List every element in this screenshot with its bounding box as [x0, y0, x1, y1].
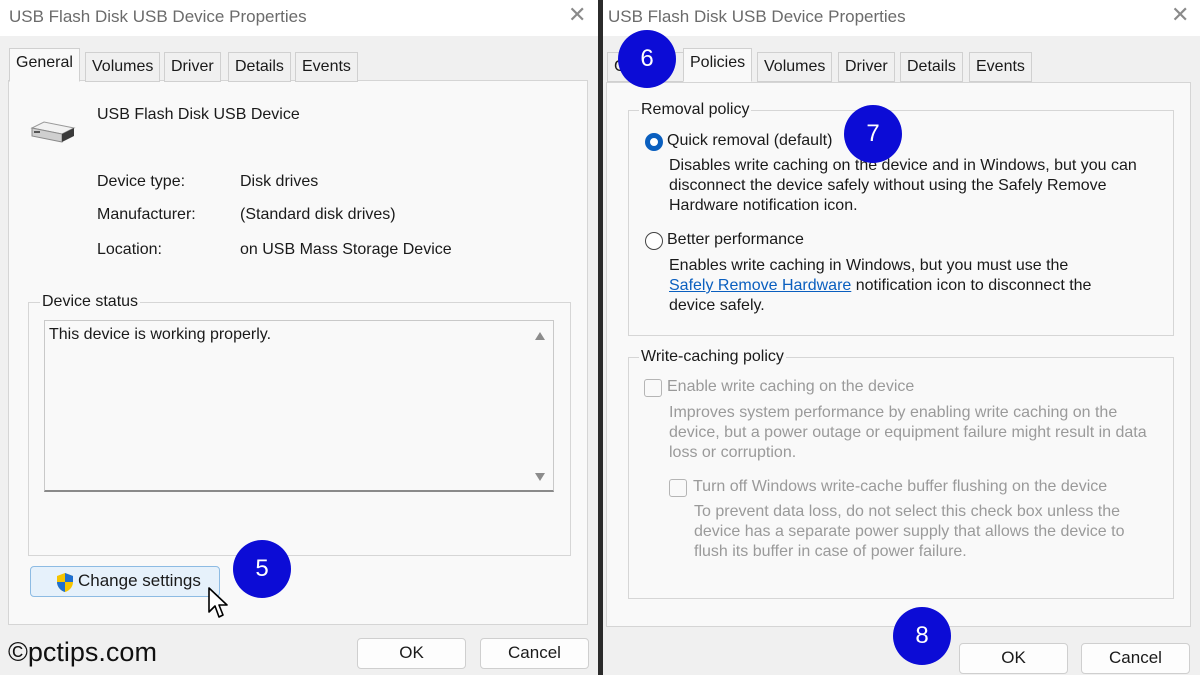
- tab-general[interactable]: General: [9, 48, 80, 82]
- change-settings-button[interactable]: Change settings: [30, 566, 220, 597]
- scroll-up-icon[interactable]: [534, 331, 546, 341]
- device-status-title: Device status: [40, 293, 141, 311]
- tab-policies[interactable]: Policies: [683, 48, 753, 82]
- better-performance-label[interactable]: Better performance: [667, 231, 804, 249]
- quick-removal-radio[interactable]: [645, 133, 663, 151]
- enable-write-caching-label[interactable]: Enable write caching on the device: [667, 378, 914, 396]
- manufacturer-label: Manufacturer:: [97, 206, 196, 223]
- device-status-textbox[interactable]: This device is working properly.: [44, 320, 554, 492]
- step-badge-8: 8: [893, 607, 951, 665]
- turn-off-buffer-flushing-label[interactable]: Turn off Windows write-cache buffer flus…: [693, 478, 1107, 496]
- window-title: USB Flash Disk USB Device Properties: [9, 7, 307, 26]
- tab-volumes[interactable]: Volumes: [85, 52, 161, 82]
- watermark: ©pctips.com: [8, 637, 157, 667]
- step-badge-7: 7: [844, 105, 902, 163]
- step-badge-6: 6: [618, 30, 676, 88]
- cancel-button[interactable]: Cancel: [480, 638, 589, 669]
- safely-remove-hardware-link[interactable]: Safely Remove Hardware: [669, 277, 851, 294]
- scroll-down-icon[interactable]: [534, 472, 546, 482]
- uac-shield-icon: [57, 573, 73, 592]
- tab-volumes[interactable]: Volumes: [757, 52, 833, 82]
- change-settings-label: Change settings: [78, 571, 201, 590]
- title-bar: USB Flash Disk USB Device Properties ✕: [0, 0, 598, 36]
- removal-policy-title: Removal policy: [639, 101, 752, 119]
- device-name: USB Flash Disk USB Device: [97, 106, 300, 123]
- turn-off-buffer-flushing-checkbox[interactable]: [669, 479, 687, 497]
- policies-properties-dialog: USB Flash Disk USB Device Properties ✕ G…: [603, 0, 1200, 675]
- manufacturer-value: (Standard disk drives): [240, 206, 396, 223]
- tab-details[interactable]: Details: [900, 52, 963, 82]
- write-caching-policy-title: Write-caching policy: [639, 348, 786, 366]
- tab-details[interactable]: Details: [228, 52, 291, 82]
- close-icon[interactable]: ✕: [568, 3, 586, 27]
- better-performance-radio[interactable]: [645, 232, 663, 250]
- cancel-button[interactable]: Cancel: [1081, 643, 1190, 674]
- ok-button[interactable]: OK: [959, 643, 1068, 674]
- device-status-text: This device is working properly.: [49, 326, 272, 343]
- device-type-value: Disk drives: [240, 173, 319, 190]
- ok-button[interactable]: OK: [357, 638, 466, 669]
- quick-removal-label[interactable]: Quick removal (default): [667, 132, 832, 150]
- better-performance-description: Enables write caching in Windows, but yo…: [669, 257, 1092, 314]
- step-badge-5: 5: [233, 540, 291, 598]
- usb-drive-icon: [30, 121, 76, 143]
- location-value: on USB Mass Storage Device: [240, 241, 452, 258]
- quick-removal-description: Disables write caching on the device and…: [669, 157, 1137, 214]
- turn-off-buffer-flushing-description: To prevent data loss, do not select this…: [694, 503, 1125, 560]
- tab-events[interactable]: Events: [969, 52, 1032, 82]
- location-label: Location:: [97, 241, 162, 258]
- general-properties-dialog: USB Flash Disk USB Device Properties ✕ G…: [0, 0, 598, 675]
- close-icon[interactable]: ✕: [1171, 3, 1189, 27]
- mouse-cursor-icon: [208, 587, 228, 618]
- tab-events[interactable]: Events: [295, 52, 358, 82]
- device-type-label: Device type:: [97, 173, 186, 190]
- title-bar: USB Flash Disk USB Device Properties ✕: [603, 0, 1200, 36]
- window-title: USB Flash Disk USB Device Properties: [608, 7, 906, 26]
- enable-write-caching-description: Improves system performance by enabling …: [669, 404, 1147, 461]
- enable-write-caching-checkbox[interactable]: [644, 379, 662, 397]
- tab-driver[interactable]: Driver: [164, 52, 221, 82]
- tab-driver[interactable]: Driver: [838, 52, 895, 82]
